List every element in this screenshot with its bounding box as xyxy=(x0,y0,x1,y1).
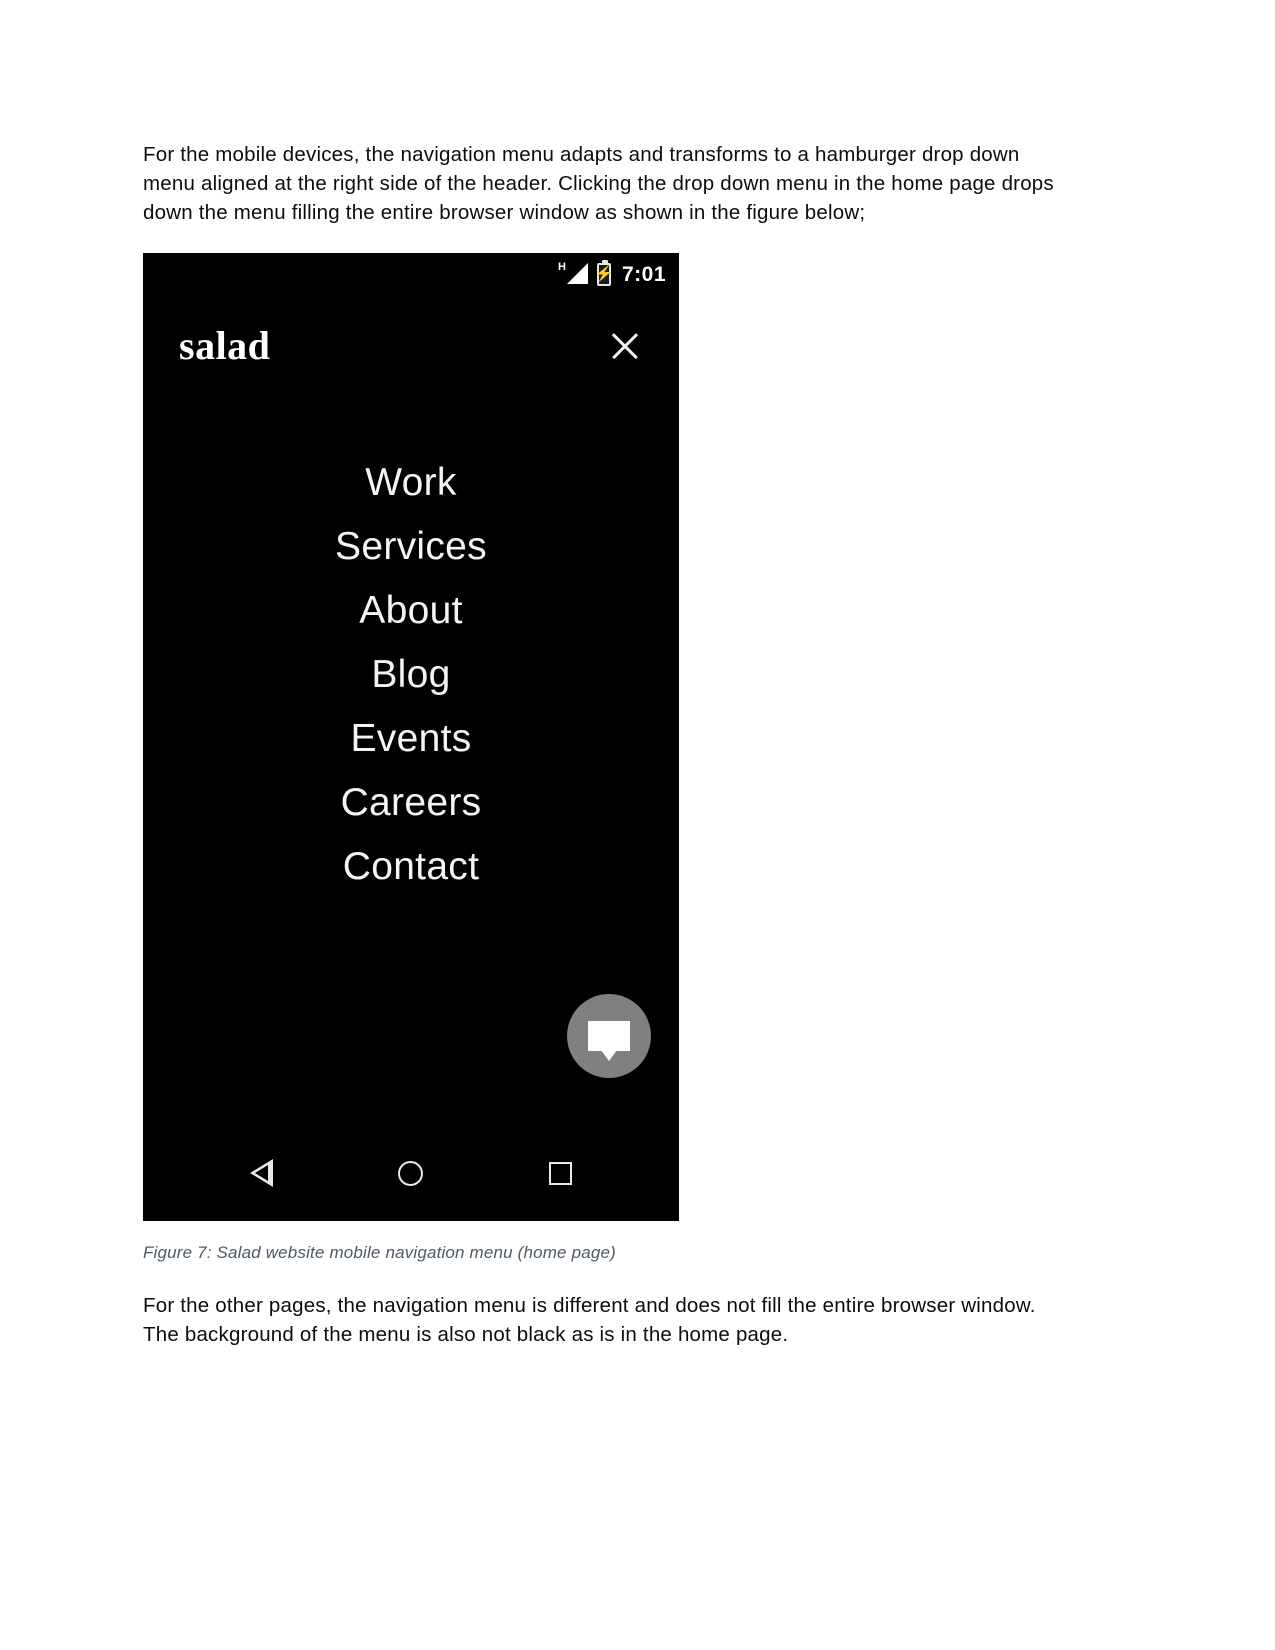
battery-bolt-glyph: ⚡ xyxy=(594,265,614,283)
status-bar-clock: 7:01 xyxy=(621,262,666,286)
nav-item-work[interactable]: Work xyxy=(143,451,679,515)
nav-item-careers[interactable]: Careers xyxy=(143,771,679,835)
back-triangle-icon xyxy=(250,1159,274,1187)
home-button[interactable] xyxy=(383,1145,439,1201)
chat-bubble-icon xyxy=(588,1021,630,1061)
nav-item-contact[interactable]: Contact xyxy=(143,835,679,899)
outro-paragraph: For the other pages, the navigation menu… xyxy=(143,1294,1036,1346)
signal-triangle-icon: H xyxy=(558,262,588,286)
phone-screenshot: H ⚡ 7:01 salad Work Services About Blog … xyxy=(143,253,679,1221)
mobile-nav-menu: Work Services About Blog Events Careers … xyxy=(143,451,679,899)
brand-logo[interactable]: salad xyxy=(179,326,270,366)
site-header: salad xyxy=(143,315,679,377)
android-status-bar: H ⚡ 7:01 xyxy=(143,253,679,295)
document-content: For the mobile devices, the navigation m… xyxy=(143,140,1054,1349)
signal-bars-shape xyxy=(566,263,588,284)
nav-item-blog[interactable]: Blog xyxy=(143,643,679,707)
intro-paragraph: For the mobile devices, the navigation m… xyxy=(143,143,1054,224)
recents-button[interactable] xyxy=(532,1145,588,1201)
battery-charging-icon: ⚡ xyxy=(594,259,614,286)
figure-caption: Figure 7: Salad website mobile navigatio… xyxy=(143,1243,616,1262)
nav-item-events[interactable]: Events xyxy=(143,707,679,771)
nav-item-services[interactable]: Services xyxy=(143,515,679,579)
document-page: For the mobile devices, the navigation m… xyxy=(0,0,1275,1650)
close-x-icon[interactable] xyxy=(605,326,645,366)
home-circle-icon xyxy=(398,1160,424,1186)
recents-square-icon xyxy=(548,1161,572,1185)
nav-item-about[interactable]: About xyxy=(143,579,679,643)
network-type-label: H xyxy=(557,261,566,273)
figure-7: H ⚡ 7:01 salad Work Services About Blog … xyxy=(143,253,679,1264)
android-navigation-bar xyxy=(143,1125,679,1221)
chat-fab-button[interactable] xyxy=(567,994,651,1078)
back-button[interactable] xyxy=(234,1145,290,1201)
